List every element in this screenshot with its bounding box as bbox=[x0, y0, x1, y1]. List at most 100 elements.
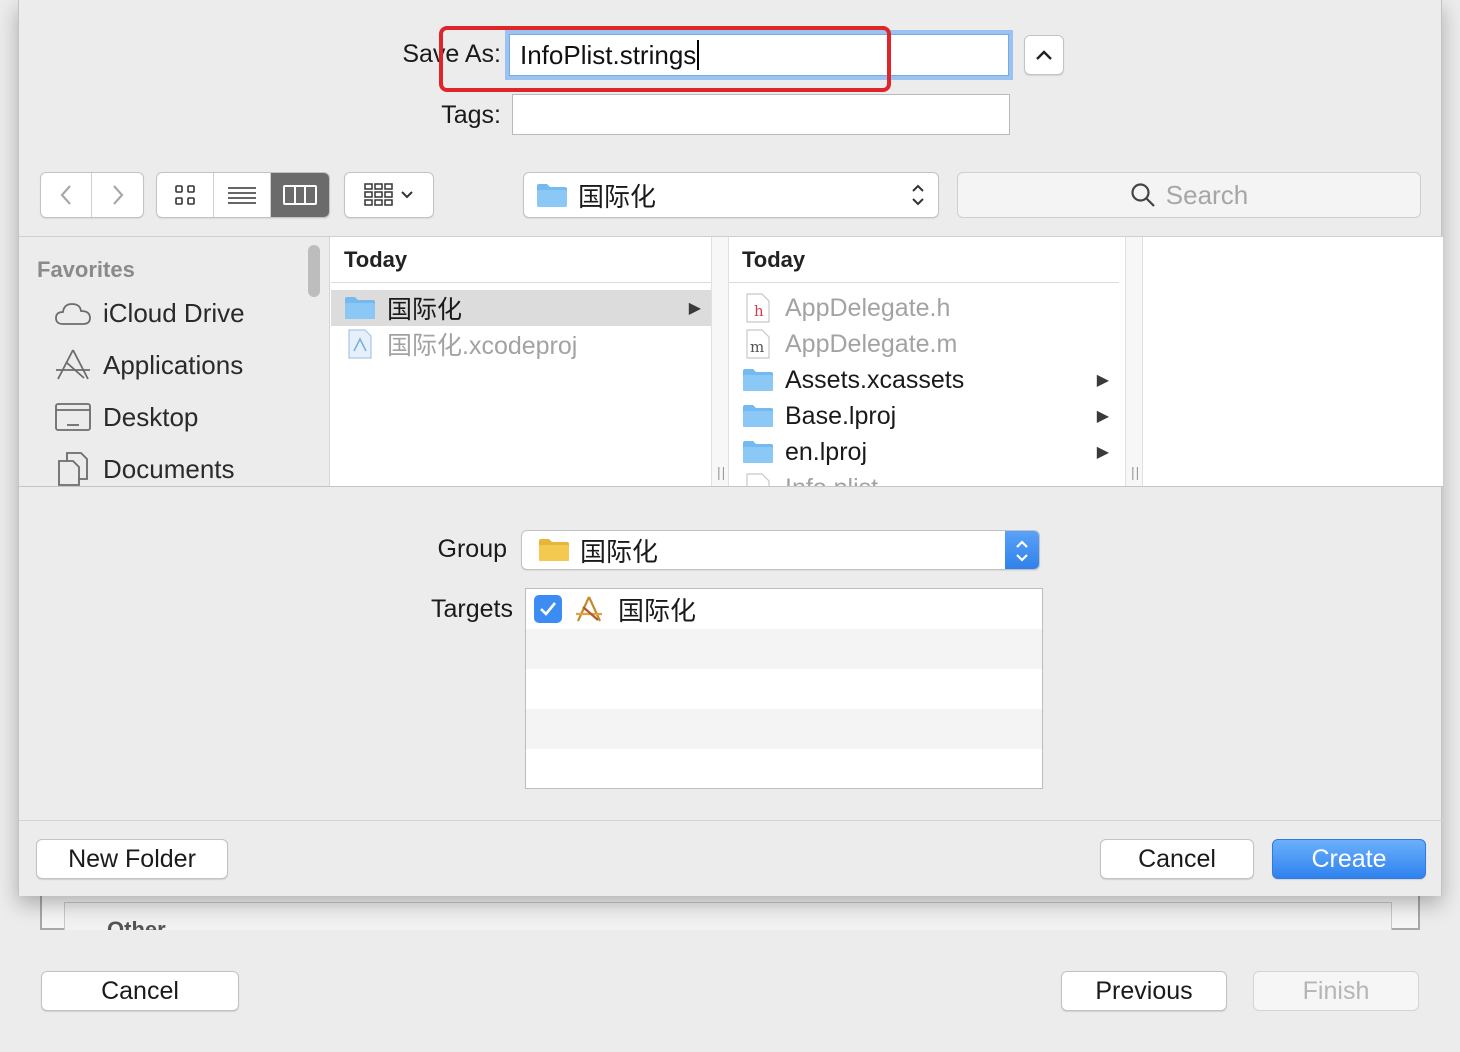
folder-icon bbox=[743, 405, 773, 427]
icon-view-icon bbox=[175, 185, 195, 205]
chevron-right-icon bbox=[112, 185, 123, 205]
desktop-icon bbox=[55, 403, 91, 431]
target-row-empty bbox=[526, 629, 1042, 669]
list-view-button[interactable] bbox=[214, 173, 271, 217]
documents-icon bbox=[58, 452, 88, 486]
sidebar-item-label: Documents bbox=[103, 453, 235, 484]
save-sheet: Save As: InfoPlist.strings Tags: 国际化 Sea… bbox=[18, 0, 1443, 896]
app-target-icon bbox=[576, 596, 602, 622]
h-file-icon: h bbox=[746, 293, 770, 323]
list-item[interactable]: m AppDelegate.m bbox=[729, 326, 1119, 362]
save-as-value: InfoPlist.strings bbox=[520, 39, 697, 70]
folder-icon bbox=[537, 184, 567, 207]
folder-icon bbox=[743, 369, 773, 391]
group-label: Group bbox=[437, 535, 507, 563]
sidebar-item-desktop[interactable]: Desktop bbox=[53, 399, 198, 435]
search-placeholder: Search bbox=[1165, 179, 1249, 210]
updown-chevron-icon bbox=[912, 184, 924, 206]
group-popup[interactable]: 国际化 bbox=[521, 530, 1040, 570]
chevron-left-icon bbox=[60, 185, 71, 205]
create-button[interactable]: Create bbox=[1272, 839, 1426, 879]
disclosure-arrow-icon: ▶ bbox=[688, 300, 701, 317]
save-as-label: Save As: bbox=[402, 40, 501, 68]
column-header: Today bbox=[331, 237, 711, 283]
target-checkbox[interactable] bbox=[534, 595, 562, 623]
disclosure-arrow-icon: ▶ bbox=[1096, 408, 1109, 425]
chevron-up-icon bbox=[1036, 50, 1052, 60]
column-header: Today bbox=[729, 237, 1119, 283]
xcodeproj-icon bbox=[348, 329, 372, 359]
targets-list: 国际化 bbox=[525, 588, 1043, 789]
target-row-empty bbox=[526, 749, 1042, 788]
sidebar-scrollbar[interactable] bbox=[308, 245, 320, 297]
checkmark-icon bbox=[540, 602, 557, 616]
arrange-button[interactable] bbox=[344, 172, 434, 218]
target-row-empty bbox=[526, 709, 1042, 749]
wizard-finish-button: Finish bbox=[1253, 971, 1419, 1011]
browser-column-1: Today 国际化 ▶ 国际化.xcodeproj bbox=[331, 237, 711, 486]
wizard-section-label: Other bbox=[107, 917, 166, 930]
browser-column-3 bbox=[1143, 237, 1443, 486]
plist-icon bbox=[746, 473, 770, 486]
target-row-empty bbox=[526, 669, 1042, 709]
wizard-previous-button[interactable]: Previous bbox=[1061, 971, 1227, 1011]
collapse-button[interactable] bbox=[1024, 35, 1064, 75]
search-icon bbox=[1131, 183, 1155, 207]
view-mode-control bbox=[156, 172, 330, 218]
icon-view-button[interactable] bbox=[157, 173, 215, 217]
target-row[interactable]: 国际化 bbox=[526, 589, 1042, 629]
sidebar-item-label: Desktop bbox=[103, 401, 199, 432]
list-item[interactable]: Base.lproj ▶ bbox=[729, 398, 1119, 434]
disclosure-arrow-icon: ▶ bbox=[1096, 372, 1109, 389]
location-label: 国际化 bbox=[578, 181, 657, 212]
forward-button[interactable] bbox=[92, 173, 143, 217]
svg-text:h: h bbox=[754, 302, 764, 320]
back-forward-control bbox=[40, 172, 144, 218]
targets-label: Targets bbox=[431, 595, 513, 623]
list-item[interactable]: h AppDelegate.h bbox=[729, 290, 1119, 326]
column-divider[interactable]: || bbox=[711, 237, 729, 486]
footer-divider bbox=[19, 820, 1443, 821]
sidebar-item-icloud-drive[interactable]: iCloud Drive bbox=[53, 295, 245, 331]
save-as-field[interactable]: InfoPlist.strings bbox=[509, 34, 1009, 76]
file-browser: Favorites iCloud Drive Applications Desk… bbox=[19, 236, 1443, 487]
tags-label: Tags: bbox=[441, 101, 501, 129]
sidebar-item-applications[interactable]: Applications bbox=[53, 347, 243, 383]
resize-grip-icon: || bbox=[717, 464, 727, 480]
list-item[interactable]: Info.plist bbox=[729, 470, 1119, 486]
cloud-icon bbox=[55, 303, 91, 325]
list-item[interactable]: 国际化.xcodeproj bbox=[331, 326, 711, 362]
new-folder-button[interactable]: New Folder bbox=[36, 839, 228, 879]
svg-text:m: m bbox=[750, 338, 764, 356]
sidebar-item-label: iCloud Drive bbox=[103, 297, 245, 328]
disclosure-arrow-icon: ▶ bbox=[1096, 444, 1109, 461]
wizard-section: Other bbox=[64, 902, 1392, 930]
group-value: 国际化 bbox=[580, 536, 659, 567]
group-stepper[interactable] bbox=[1005, 531, 1039, 569]
sidebar-header: Favorites bbox=[37, 257, 135, 282]
wizard-cancel-button[interactable]: Cancel bbox=[41, 971, 239, 1011]
column-view-icon bbox=[282, 185, 317, 205]
cancel-button[interactable]: Cancel bbox=[1100, 839, 1254, 879]
folder-icon bbox=[743, 441, 773, 463]
folder-icon bbox=[345, 297, 375, 319]
list-item[interactable]: en.lproj ▶ bbox=[729, 434, 1119, 470]
text-caret bbox=[697, 40, 700, 70]
browser-column-2: Today h AppDelegate.h m AppDelegate.m As… bbox=[729, 237, 1119, 486]
list-item[interactable]: Assets.xcassets ▶ bbox=[729, 362, 1119, 398]
target-label: 国际化 bbox=[618, 595, 697, 626]
sidebar-item-label: Applications bbox=[103, 349, 244, 380]
chevron-down-icon bbox=[401, 191, 413, 199]
location-popup[interactable]: 国际化 bbox=[523, 172, 939, 218]
column-view-button[interactable] bbox=[270, 173, 329, 217]
applications-icon bbox=[56, 349, 90, 380]
search-field[interactable]: Search bbox=[957, 172, 1421, 218]
column-divider[interactable]: || bbox=[1125, 237, 1143, 486]
back-button[interactable] bbox=[41, 173, 93, 217]
tags-field[interactable] bbox=[512, 94, 1010, 135]
m-file-icon: m bbox=[746, 329, 770, 359]
list-item[interactable]: 国际化 ▶ bbox=[331, 290, 711, 326]
arrange-grid-icon bbox=[364, 183, 393, 206]
sidebar-item-documents[interactable]: Documents bbox=[53, 451, 235, 486]
list-view-icon bbox=[228, 187, 257, 204]
